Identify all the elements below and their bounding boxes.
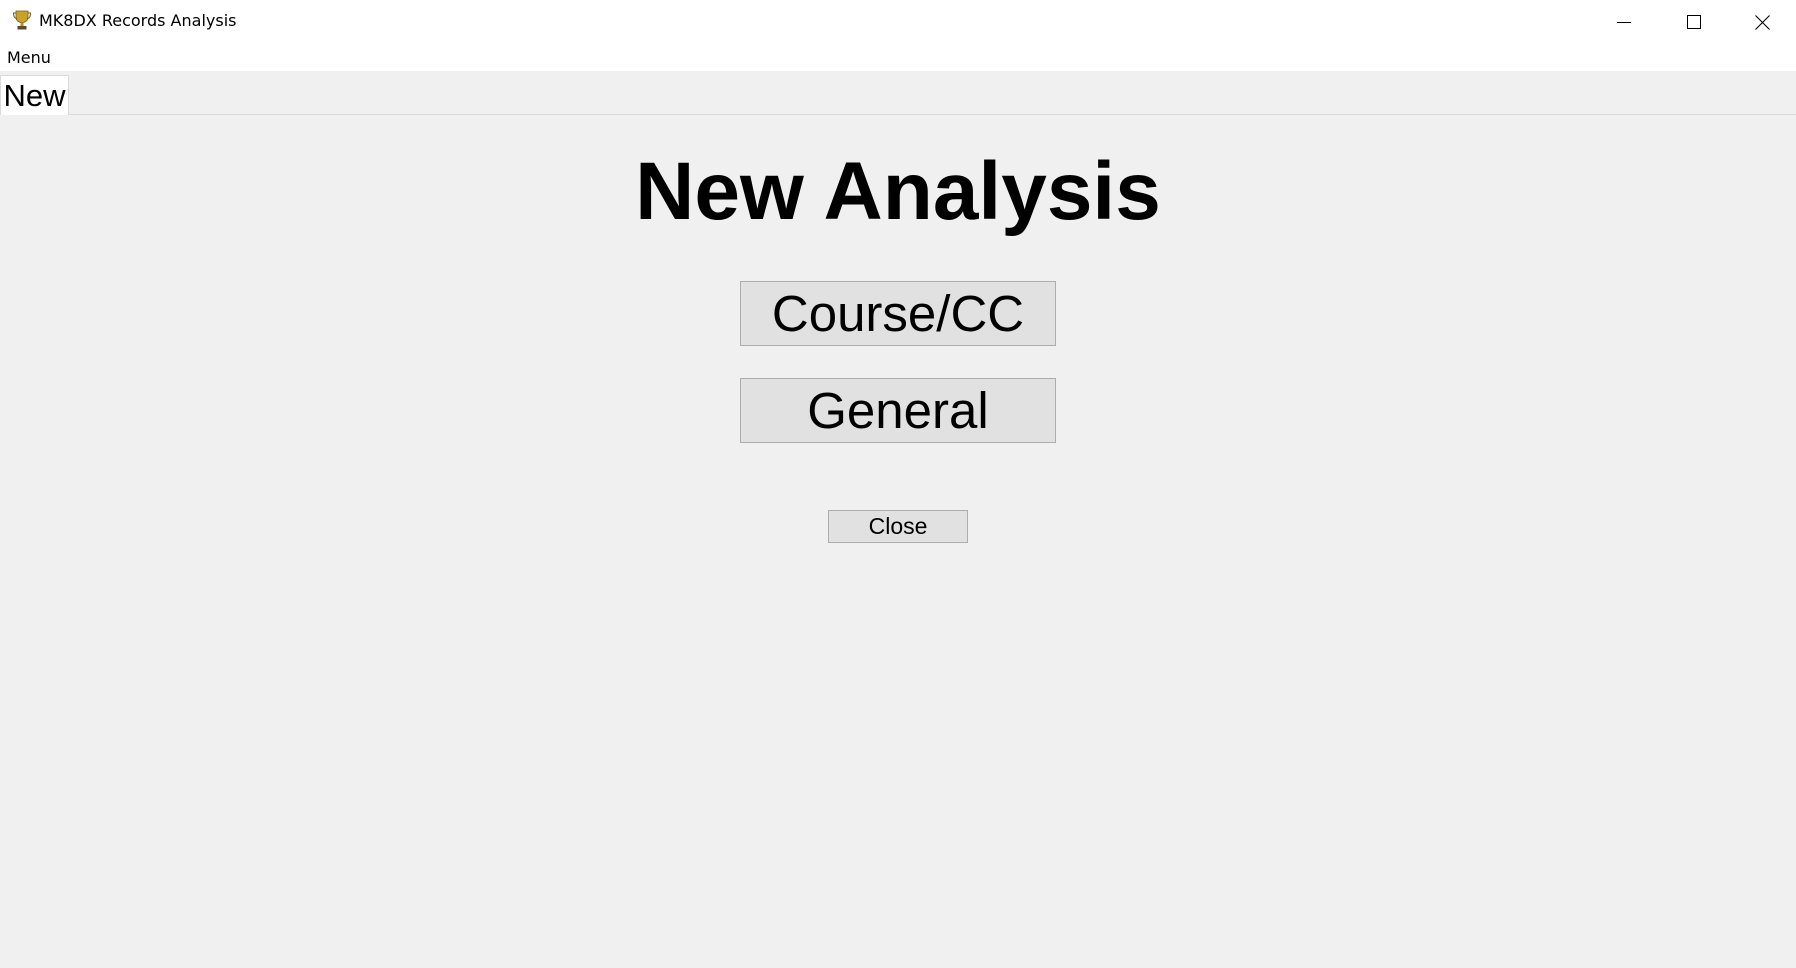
course-cc-button[interactable]: Course/CC	[740, 281, 1056, 346]
page-title: New Analysis	[635, 146, 1161, 237]
maximize-button[interactable]	[1659, 0, 1729, 44]
general-button[interactable]: General	[740, 378, 1056, 443]
window-title: MK8DX Records Analysis	[39, 11, 237, 30]
title-bar: MK8DX Records Analysis	[0, 0, 1796, 44]
maximize-icon	[1687, 15, 1701, 29]
minimize-icon	[1617, 15, 1631, 29]
menu-bar: Menu	[0, 44, 1796, 71]
close-icon	[1755, 14, 1770, 30]
minimize-button[interactable]	[1589, 0, 1659, 44]
menu-item-menu[interactable]: Menu	[7, 48, 51, 67]
close-window-button[interactable]	[1729, 0, 1796, 44]
close-button[interactable]: Close	[828, 510, 968, 543]
tab-new[interactable]: New	[0, 75, 69, 115]
tab-strip: New	[0, 71, 1796, 115]
trophy-icon	[12, 9, 32, 31]
